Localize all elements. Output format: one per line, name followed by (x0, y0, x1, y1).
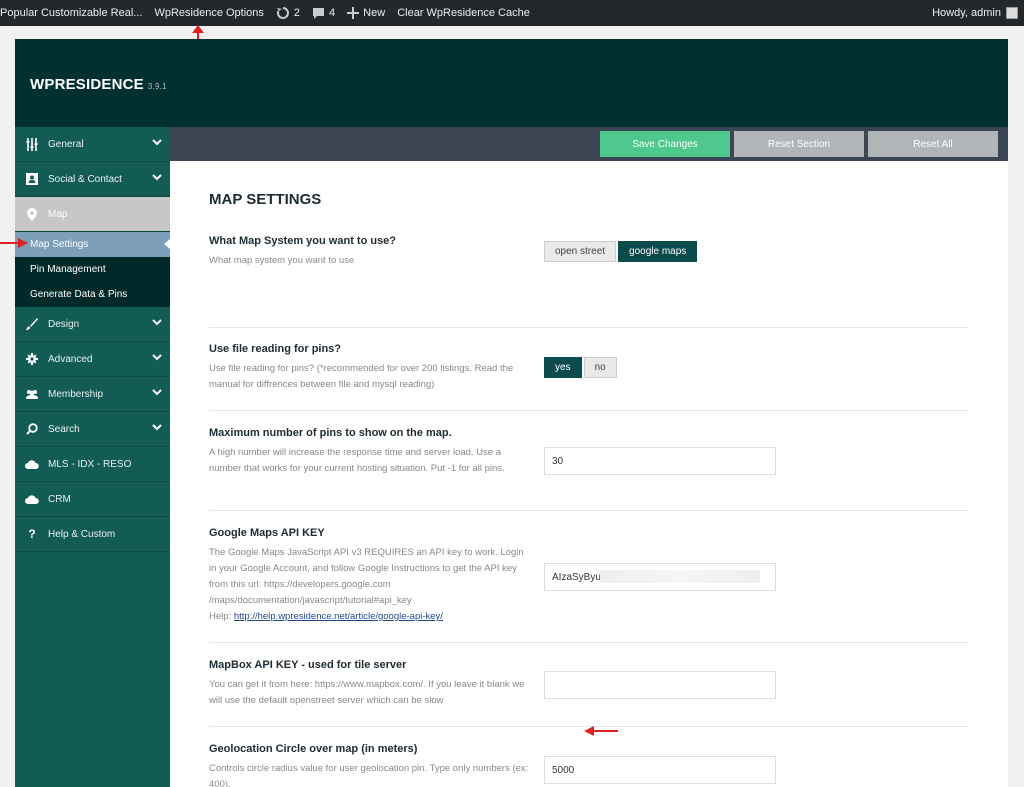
gear-icon (25, 352, 39, 366)
site-name-link[interactable]: Popular Customizable Real... (0, 0, 148, 26)
setting-description: A high number will increase the response… (209, 447, 505, 474)
annotation-arrow-icon (0, 238, 28, 248)
setting-google-api-key: Google Maps API KEY The Google Maps Java… (209, 527, 969, 643)
redacted-key-blur (600, 570, 760, 583)
comments-count: 4 (329, 7, 336, 19)
sidebar-item-label: Search (48, 423, 80, 435)
cloud-icon (25, 457, 39, 471)
panel-header: WPRESIDENCE 3.9.1 (15, 39, 1008, 127)
howdy-account-link[interactable]: Howdy, admin (932, 7, 1001, 19)
setting-map-system: What Map System you want to use? What ma… (209, 235, 969, 328)
refresh-icon (276, 7, 289, 19)
setting-description: What map system you want to use (209, 255, 355, 266)
updates-link[interactable]: 2 (270, 0, 306, 26)
plus-icon (347, 7, 360, 19)
no-option[interactable]: no (583, 357, 617, 378)
comment-icon (313, 7, 325, 19)
sidebar-subitem-pin-management[interactable]: Pin Management (15, 257, 170, 282)
setting-label: Maximum number of pins to show on the ma… (209, 427, 452, 439)
sidebar-item-design[interactable]: Design (15, 307, 170, 342)
map-system-toggle: open street google maps (544, 241, 699, 262)
chevron-down-icon (152, 354, 162, 361)
brand-version: 3.9.1 (147, 82, 167, 91)
setting-file-reading: Use file reading for pins? Use file read… (209, 343, 969, 411)
map-submenu: Map Settings Pin Management Generate Dat… (15, 232, 170, 307)
sidebar-item-mls-idx-reso[interactable]: MLS - IDX - RESO (15, 447, 170, 482)
setting-label: Geolocation Circle over map (in meters) (209, 743, 418, 755)
question-icon: ? (28, 527, 36, 541)
comments-link[interactable]: 4 (306, 0, 341, 26)
chevron-down-icon (152, 139, 162, 146)
sidebar-subitem-generate-data-pins[interactable]: Generate Data & Pins (15, 282, 170, 307)
setting-description-text: The Google Maps JavaScript API v3 REQUIR… (209, 547, 524, 606)
help-prefix: Help: (209, 611, 234, 622)
sidebar-item-label: Map (48, 208, 68, 220)
sidebar-item-map[interactable]: Map (15, 197, 170, 232)
sidebar-item-label: CRM (48, 493, 71, 505)
yes-option[interactable]: yes (544, 357, 582, 378)
brand-name: WPRESIDENCE (30, 76, 144, 93)
sidebar-item-help-custom[interactable]: ? Help & Custom (15, 517, 170, 552)
chevron-down-icon (152, 319, 162, 326)
mapbox-api-key-input[interactable] (544, 671, 776, 699)
help-link[interactable]: http://help.wpresidence.net/article/goog… (234, 611, 443, 622)
sliders-icon (25, 137, 39, 151)
setting-label: MapBox API KEY - used for tile server (209, 659, 407, 671)
map-pin-icon (25, 207, 39, 221)
reset-all-button[interactable]: Reset All (868, 131, 998, 157)
sidebar-item-label: Social & Contact (48, 173, 122, 185)
setting-mapbox-api-key: MapBox API KEY - used for tile server Yo… (209, 659, 969, 727)
sidebar-item-label: General (48, 138, 84, 150)
new-content-link[interactable]: New (341, 0, 391, 26)
setting-description: You can get it from here: https://www.ma… (209, 679, 525, 706)
setting-description: Use file reading for pins? (*recommended… (209, 363, 514, 390)
setting-description: The Google Maps JavaScript API v3 REQUIR… (209, 545, 529, 625)
max-pins-input[interactable] (544, 447, 776, 475)
setting-description: Controls circle radius value for user ge… (209, 763, 529, 787)
wpresidence-options-link[interactable]: WpResidence Options (148, 0, 269, 26)
chevron-down-icon (152, 174, 162, 181)
sidebar-item-general[interactable]: General (15, 127, 170, 162)
reset-section-button[interactable]: Reset Section (734, 131, 864, 157)
cloud-icon (25, 492, 39, 506)
users-icon (25, 387, 39, 401)
sidebar-subitem-map-settings[interactable]: Map Settings (15, 232, 170, 257)
setting-geolocation-circle: Geolocation Circle over map (in meters) … (209, 743, 969, 787)
sidebar-item-label: Membership (48, 388, 104, 400)
admin-bar: Popular Customizable Real... WpResidence… (0, 0, 1024, 26)
options-toolbar: Save Changes Reset Section Reset All (170, 127, 1008, 161)
brush-icon (25, 317, 39, 331)
file-reading-toggle: yes no (544, 357, 619, 378)
new-label: New (363, 7, 386, 19)
sidebar-item-search[interactable]: Search (15, 412, 170, 447)
contact-card-icon (25, 172, 39, 186)
setting-label: Use file reading for pins? (209, 343, 342, 355)
sidebar-item-label: Advanced (48, 353, 93, 365)
brand-logo: WPRESIDENCE 3.9.1 (30, 76, 167, 93)
avatar[interactable] (1006, 7, 1018, 19)
page-title: MAP SETTINGS (209, 191, 322, 208)
annotation-arrow-icon (584, 726, 618, 736)
sidebar-item-label: Design (48, 318, 80, 330)
sidebar-item-membership[interactable]: Membership (15, 377, 170, 412)
setting-max-pins: Maximum number of pins to show on the ma… (209, 427, 969, 511)
sidebar-item-label: Help & Custom (48, 528, 116, 540)
geolocation-radius-input[interactable] (544, 756, 776, 784)
setting-label: Google Maps API KEY (209, 527, 325, 539)
clear-cache-link[interactable]: Clear WpResidence Cache (391, 0, 536, 26)
sidebar-item-social-contact[interactable]: Social & Contact (15, 162, 170, 197)
options-panel: WPRESIDENCE 3.9.1 General Social & Contac… (15, 39, 1008, 787)
sidebar-item-crm[interactable]: CRM (15, 482, 170, 517)
google-maps-option[interactable]: google maps (618, 241, 698, 262)
save-changes-button[interactable]: Save Changes (600, 131, 730, 157)
updates-count: 2 (293, 7, 301, 19)
settings-content: MAP SETTINGS What Map System you want to… (170, 161, 1008, 787)
search-icon (25, 422, 39, 436)
chevron-down-icon (152, 389, 162, 396)
sidebar-item-advanced[interactable]: Advanced (15, 342, 170, 377)
options-sidebar: General Social & Contact Map Map Setting… (15, 127, 170, 787)
sidebar-item-label: MLS - IDX - RESO (48, 458, 132, 470)
chevron-down-icon (152, 424, 162, 431)
open-street-option[interactable]: open street (544, 241, 617, 262)
